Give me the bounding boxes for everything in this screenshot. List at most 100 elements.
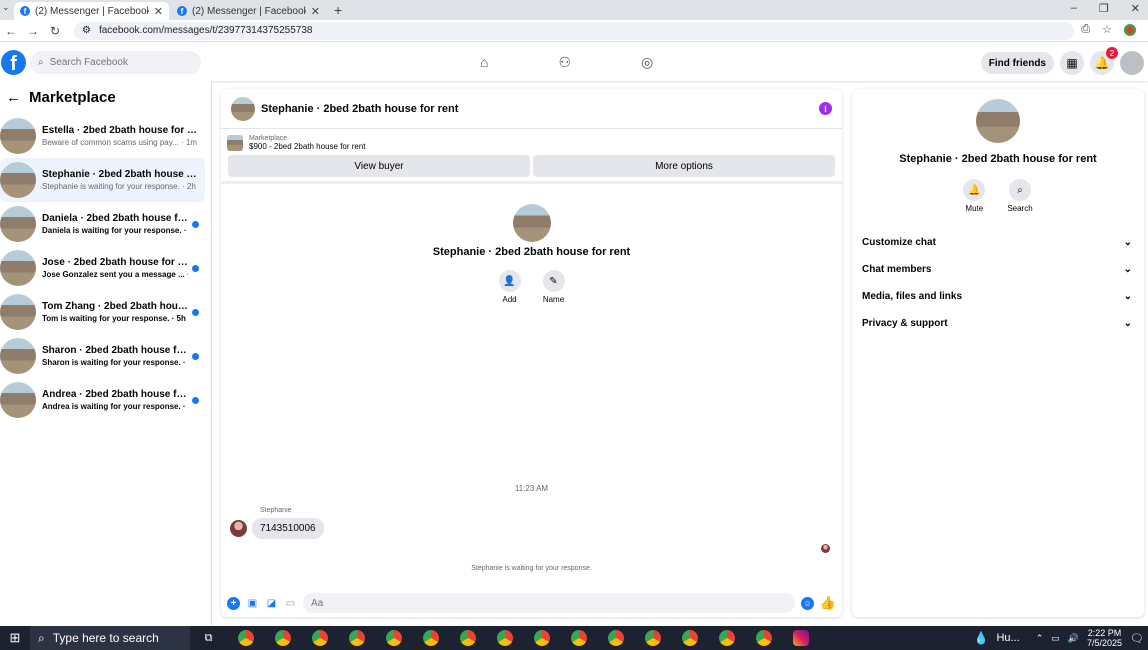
weather-text[interactable]: Hu... — [996, 632, 1019, 644]
conversation-preview: Stephanie is waiting for your response. … — [42, 182, 196, 191]
section-media-files-links[interactable]: Media, files and links ⌄ — [852, 283, 1144, 310]
add-people-button[interactable]: 👤 Add — [498, 270, 521, 304]
info-icon[interactable]: i — [819, 102, 832, 115]
chat-avatar[interactable] — [231, 96, 255, 121]
close-window-icon[interactable]: ✕ — [1131, 2, 1140, 15]
new-tab-icon[interactable]: + — [334, 2, 342, 20]
browser-tab-bar: ⌄ f (2) Messenger | Facebook ✕ f (2) Mes… — [0, 0, 1148, 20]
more-options-button[interactable]: More options — [533, 155, 835, 177]
chrome-app-icon[interactable] — [560, 630, 597, 646]
details-actions: 🔔 Mute ⌕ Search — [852, 179, 1144, 213]
instagram-app-icon[interactable] — [782, 630, 819, 646]
home-icon[interactable]: ⌂ — [480, 54, 488, 71]
chrome-app-icon[interactable] — [523, 630, 560, 646]
sender-avatar[interactable] — [230, 520, 247, 537]
minimize-icon[interactable]: – — [1071, 2, 1077, 14]
taskbar-clock[interactable]: 2:22 PM 7/5/2025 — [1087, 628, 1122, 648]
chrome-app-icon[interactable] — [708, 630, 745, 646]
chrome-app-icon[interactable] — [634, 630, 671, 646]
conversation-item[interactable]: Estella · 2bed 2bath house for rent Bewar… — [0, 114, 205, 158]
tab-list-icon[interactable]: ⌄ — [2, 2, 10, 13]
weather-icon[interactable]: 💧 — [974, 631, 989, 645]
groups-icon[interactable]: ◎ — [641, 54, 653, 71]
reload-icon[interactable]: ↻ — [44, 24, 66, 38]
mute-button[interactable]: 🔔 Mute — [963, 179, 986, 213]
thumbs-up-icon[interactable]: 👍 — [820, 595, 836, 611]
message-row: 7143510006 — [230, 518, 324, 539]
search-input[interactable] — [49, 57, 190, 68]
plus-icon[interactable]: + — [227, 596, 240, 610]
section-customize-chat[interactable]: Customize chat ⌄ — [852, 229, 1144, 256]
message-bubble[interactable]: 7143510006 — [252, 518, 324, 539]
browser-tab-1[interactable]: f (2) Messenger | Facebook ✕ — [14, 2, 169, 20]
section-chat-members[interactable]: Chat members ⌄ — [852, 256, 1144, 283]
conversation-list: Estella · 2bed 2bath house for rent Bewar… — [0, 114, 211, 422]
message-input[interactable] — [303, 593, 795, 613]
marketplace-listing[interactable]: Marketplace $900 - 2bed 2bath house for … — [221, 129, 842, 151]
chrome-app-icon[interactable] — [227, 630, 264, 646]
name-chat-button[interactable]: ✎ Name — [542, 270, 565, 304]
facebook-favicon-icon: f — [177, 6, 187, 16]
close-tab-icon[interactable]: ✕ — [311, 5, 320, 18]
chrome-app-icon[interactable] — [745, 630, 782, 646]
friends-icon[interactable]: ⚇ — [558, 54, 571, 71]
details-profile: Stephanie · 2bed 2bath house for rent 🔔 … — [852, 89, 1144, 213]
chrome-app-icon[interactable] — [449, 630, 486, 646]
bookmark-star-icon[interactable]: ☆ — [1102, 23, 1112, 36]
conversation-item[interactable]: Andrea · 2bed 2bath house for r... Andrea… — [0, 378, 205, 422]
task-view-icon[interactable]: ⧉ — [190, 632, 227, 645]
volume-icon[interactable]: 🔊 — [1068, 633, 1079, 644]
notifications-icon[interactable]: 🗨 — [1130, 632, 1144, 645]
conversation-preview: Tom is waiting for your response. · 5h — [42, 314, 186, 323]
close-tab-icon[interactable]: ✕ — [154, 5, 163, 18]
facebook-logo-icon[interactable]: f — [1, 50, 26, 75]
chrome-app-icon[interactable] — [301, 630, 338, 646]
chrome-app-icon[interactable] — [597, 630, 634, 646]
conversation-item[interactable]: Daniela · 2bed 2bath house for r... Danie… — [0, 202, 205, 246]
section-privacy-support[interactable]: Privacy & support ⌄ — [852, 310, 1144, 337]
site-info-icon[interactable]: ⚙ — [82, 25, 91, 36]
photo-icon[interactable]: ▣ — [246, 597, 259, 610]
emoji-icon[interactable]: ☺ — [800, 596, 814, 610]
sticker-icon[interactable]: ◪ — [265, 597, 278, 610]
chrome-app-icon[interactable] — [671, 630, 708, 646]
conversation-item[interactable]: Stephanie · 2bed 2bath house for r... Ste… — [0, 158, 205, 202]
chevron-down-icon: ⌄ — [1123, 264, 1132, 275]
network-icon[interactable]: ▭ — [1051, 633, 1060, 644]
search-chat-button[interactable]: ⌕ Search — [1007, 179, 1033, 213]
back-arrow-icon[interactable]: ← — [0, 24, 22, 38]
conversation-item[interactable]: Tom Zhang · 2bed 2bath house f... Tom is … — [0, 290, 205, 334]
browser-tab-2[interactable]: f (2) Messenger | Facebook ✕ — [171, 2, 326, 20]
find-friends-button[interactable]: Find friends — [980, 52, 1054, 74]
forward-arrow-icon[interactable]: → — [22, 24, 44, 38]
chrome-app-icon[interactable] — [486, 630, 523, 646]
account-avatar[interactable] — [1120, 51, 1144, 75]
windows-start-icon[interactable]: ⊞ — [0, 630, 30, 646]
restore-icon[interactable]: ❐ — [1099, 2, 1109, 15]
taskbar-search[interactable]: ⌕ Type here to search — [30, 626, 190, 650]
conversation-text: Sharon · 2bed 2bath house for re... Sharo… — [42, 345, 188, 367]
url-field[interactable]: ⚙ facebook.com/messages/t/23977314375255… — [74, 21, 1074, 40]
chat-title[interactable]: Stephanie · 2bed 2bath house for rent — [261, 103, 819, 115]
details-sections: Customize chat ⌄ Chat members ⌄ Media, f… — [852, 229, 1144, 337]
chrome-app-icon[interactable] — [412, 630, 449, 646]
sidebar-title: Marketplace — [29, 89, 116, 106]
add-person-icon: 👤 — [498, 270, 521, 292]
install-app-icon[interactable]: ⎙ — [1081, 23, 1090, 36]
search-box[interactable]: ⌕ — [30, 51, 201, 74]
chevron-up-icon[interactable]: ⌃ — [1036, 633, 1044, 644]
back-arrow-icon[interactable]: ← — [6, 89, 21, 106]
conversation-item[interactable]: Sharon · 2bed 2bath house for re... Sharo… — [0, 334, 205, 378]
chrome-app-icon[interactable] — [338, 630, 375, 646]
conversation-thumbnail — [0, 294, 36, 330]
menu-grid-icon[interactable]: ▦ — [1060, 51, 1084, 75]
extension-icon[interactable] — [1124, 23, 1136, 36]
conversation-text: Tom Zhang · 2bed 2bath house f... Tom is … — [42, 301, 188, 323]
chrome-app-icon[interactable] — [264, 630, 301, 646]
conversation-preview: Beware of common scams using pay... · 1m — [42, 138, 198, 147]
view-buyer-button[interactable]: View buyer — [228, 155, 530, 177]
conversation-item[interactable]: Jose · 2bed 2bath house for rent Jose Gon… — [0, 246, 205, 290]
chrome-app-icon[interactable] — [375, 630, 412, 646]
gif-icon[interactable]: ▭ — [284, 597, 297, 610]
notifications-bell-icon[interactable]: 🔔 2 — [1090, 47, 1118, 75]
